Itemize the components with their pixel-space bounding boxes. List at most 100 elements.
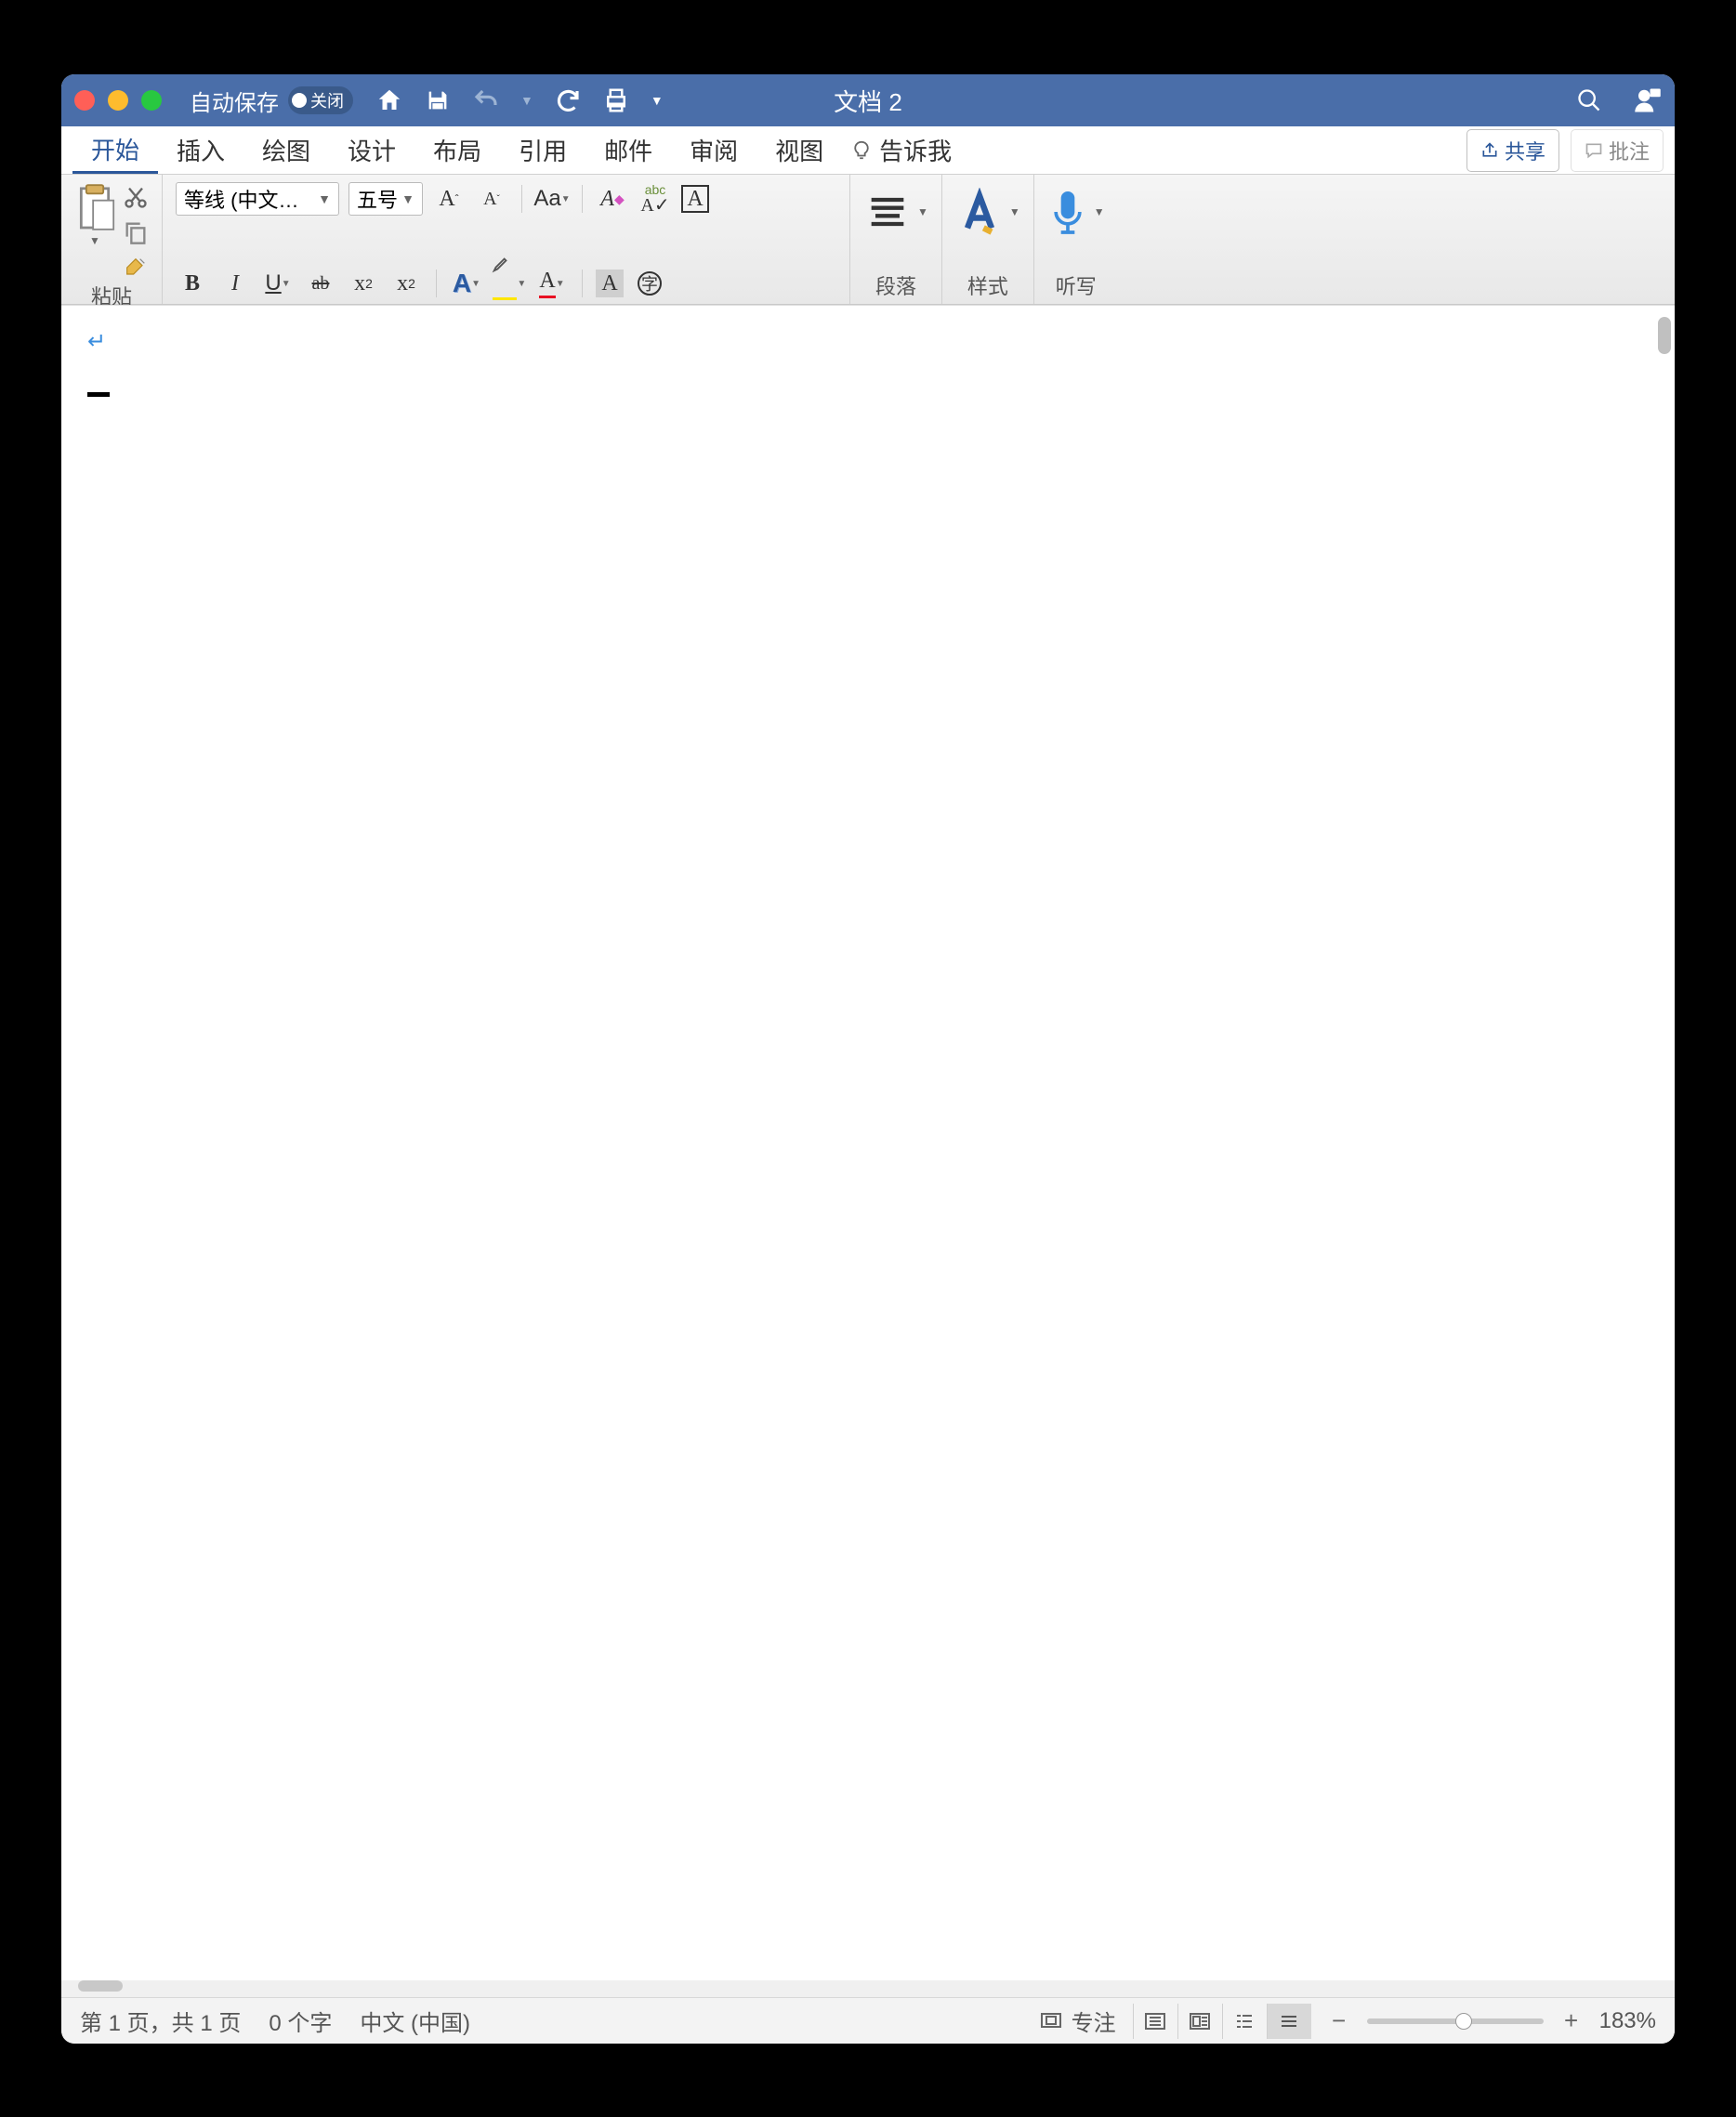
zoom-slider[interactable] bbox=[1367, 2018, 1544, 2024]
copy-icon[interactable] bbox=[123, 219, 149, 245]
tab-insert[interactable]: 插入 bbox=[158, 126, 243, 174]
comments-label: 批注 bbox=[1609, 136, 1650, 165]
lightbulb-icon bbox=[851, 140, 872, 161]
font-group: 等线 (中文… ▼ 五号 ▼ Aˆ Aˇ Aa▼ A◆ abcA✓ A B I bbox=[163, 175, 850, 304]
tab-layout[interactable]: 布局 bbox=[414, 126, 500, 174]
share-button[interactable]: 共享 bbox=[1466, 129, 1559, 172]
home-icon[interactable] bbox=[375, 86, 403, 114]
font-name-value: 等线 (中文… bbox=[184, 184, 298, 214]
tab-view[interactable]: 视图 bbox=[756, 126, 842, 174]
read-mode-button[interactable] bbox=[1133, 2004, 1177, 2039]
bold-button[interactable]: B bbox=[176, 267, 209, 300]
word-count[interactable]: 0 个字 bbox=[269, 2005, 332, 2037]
autosave-control[interactable]: 自动保存 关闭 bbox=[190, 85, 353, 117]
print-icon[interactable] bbox=[602, 86, 630, 114]
dictate-button[interactable]: ▼ bbox=[1047, 188, 1105, 236]
char-shading-button[interactable]: A bbox=[596, 270, 624, 297]
tell-me-button[interactable]: 告诉我 bbox=[879, 133, 952, 167]
grow-font-button[interactable]: Aˆ bbox=[432, 182, 466, 216]
account-icon[interactable] bbox=[1634, 86, 1662, 114]
paragraph-group: ▼ 段落 bbox=[850, 175, 942, 304]
zoom-in-button[interactable]: + bbox=[1560, 2006, 1583, 2035]
underline-button[interactable]: U▼ bbox=[261, 267, 295, 300]
highlight-button[interactable]: ▼ bbox=[493, 267, 526, 300]
superscript-button[interactable]: x2 bbox=[389, 267, 423, 300]
change-case-button[interactable]: Aa▼ bbox=[535, 182, 569, 216]
qat-dropdown[interactable]: ▼ bbox=[651, 93, 664, 108]
share-icon bbox=[1480, 141, 1499, 160]
shrink-font-button[interactable]: Aˇ bbox=[475, 182, 508, 216]
tab-mailings[interactable]: 邮件 bbox=[585, 126, 671, 174]
focus-mode-button[interactable]: 专注 bbox=[1040, 2005, 1116, 2037]
minimize-window-button[interactable] bbox=[108, 90, 128, 111]
tab-draw[interactable]: 绘图 bbox=[243, 126, 329, 174]
italic-button[interactable]: I bbox=[218, 267, 252, 300]
statusbar: 第 1 页，共 1 页 0 个字 中文 (中国) 专注 − + 183% bbox=[61, 1997, 1675, 2044]
toggle-dot-icon bbox=[292, 93, 307, 108]
ribbon: ▼ 粘贴 等线 (中文… ▼ 五号 ▼ bbox=[61, 175, 1675, 305]
tab-home[interactable]: 开始 bbox=[72, 126, 158, 174]
strikethrough-button[interactable]: ab bbox=[304, 267, 337, 300]
clipboard-group: ▼ 粘贴 bbox=[61, 175, 163, 304]
format-painter-icon[interactable] bbox=[123, 255, 149, 281]
undo-icon[interactable] bbox=[472, 86, 500, 114]
zoom-slider-thumb[interactable] bbox=[1455, 2013, 1472, 2030]
print-layout-button[interactable] bbox=[1177, 2004, 1222, 2039]
enclose-char-button[interactable]: 字 bbox=[633, 267, 666, 300]
text-cursor bbox=[87, 392, 110, 397]
document-canvas[interactable]: ↵ bbox=[61, 305, 1675, 1978]
vertical-scrollbar[interactable] bbox=[1658, 317, 1671, 354]
search-icon[interactable] bbox=[1576, 87, 1602, 113]
undo-dropdown[interactable]: ▼ bbox=[520, 93, 533, 108]
autosave-label: 自动保存 bbox=[190, 85, 279, 117]
zoom-out-button[interactable]: − bbox=[1328, 2006, 1350, 2035]
clear-format-button[interactable]: A◆ bbox=[596, 182, 629, 216]
redo-icon[interactable] bbox=[554, 86, 582, 114]
close-window-button[interactable] bbox=[74, 90, 95, 111]
tab-review[interactable]: 审阅 bbox=[671, 126, 756, 174]
comment-icon bbox=[1585, 141, 1603, 160]
chevron-down-icon: ▼ bbox=[318, 191, 331, 206]
view-mode-buttons bbox=[1133, 2004, 1311, 2039]
tab-design[interactable]: 设计 bbox=[329, 126, 414, 174]
dictate-group: ▼ 听写 bbox=[1034, 175, 1118, 304]
comments-button[interactable]: 批注 bbox=[1571, 129, 1664, 172]
focus-label: 专注 bbox=[1072, 2005, 1116, 2037]
font-size-combo[interactable]: 五号 ▼ bbox=[349, 182, 423, 216]
zoom-level[interactable]: 183% bbox=[1599, 2008, 1656, 2034]
page-info[interactable]: 第 1 页，共 1 页 bbox=[80, 2005, 241, 2037]
autosave-toggle[interactable]: 关闭 bbox=[288, 86, 353, 114]
focus-icon bbox=[1040, 2012, 1062, 2031]
microphone-icon bbox=[1047, 188, 1088, 236]
save-icon[interactable] bbox=[424, 86, 452, 114]
horizontal-scrollbar-track[interactable] bbox=[61, 1980, 1675, 1997]
zoom-window-button[interactable] bbox=[141, 90, 162, 111]
quick-access-toolbar: ▼ ▼ bbox=[375, 86, 664, 114]
document-title: 文档 2 bbox=[834, 84, 902, 118]
autosave-state: 关闭 bbox=[310, 88, 344, 112]
font-size-value: 五号 bbox=[357, 184, 398, 214]
tab-references[interactable]: 引用 bbox=[500, 126, 585, 174]
font-name-combo[interactable]: 等线 (中文… ▼ bbox=[176, 182, 339, 216]
window-controls bbox=[74, 90, 162, 111]
paragraph-mark-icon: ↵ bbox=[87, 328, 1649, 355]
text-effects-button[interactable]: A▼ bbox=[450, 267, 483, 300]
chevron-down-icon: ▼ bbox=[401, 191, 414, 206]
language-status[interactable]: 中文 (中国) bbox=[360, 2005, 470, 2037]
subscript-button[interactable]: x2 bbox=[347, 267, 380, 300]
clipboard-icon bbox=[74, 182, 115, 232]
styles-button[interactable]: ▼ bbox=[955, 188, 1020, 236]
dictate-group-label: 听写 bbox=[1047, 270, 1105, 300]
paragraph-group-label: 段落 bbox=[863, 270, 928, 300]
cut-icon[interactable] bbox=[123, 184, 149, 210]
paste-button[interactable]: ▼ bbox=[74, 182, 115, 247]
font-color-button[interactable]: A▼ bbox=[535, 267, 569, 300]
web-layout-button[interactable] bbox=[1267, 2004, 1311, 2039]
char-border-button[interactable]: A bbox=[681, 185, 709, 213]
app-window: 自动保存 关闭 ▼ ▼ 文档 2 开始 插入 绘图 设计 布局 引用 邮件 bbox=[61, 74, 1675, 2044]
paragraph-button[interactable]: ▼ bbox=[863, 188, 928, 236]
titlebar: 自动保存 关闭 ▼ ▼ 文档 2 bbox=[61, 74, 1675, 126]
horizontal-scrollbar-thumb[interactable] bbox=[78, 1980, 123, 1992]
outline-button[interactable] bbox=[1222, 2004, 1267, 2039]
phonetic-button[interactable]: abcA✓ bbox=[638, 182, 672, 216]
